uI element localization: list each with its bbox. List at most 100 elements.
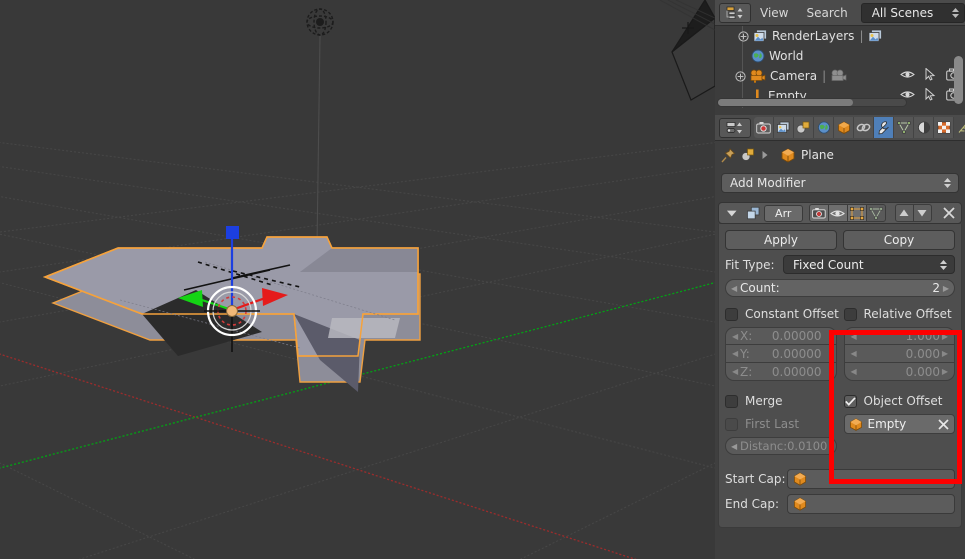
merge-column: Merge First Last ◀ Distanc: 0.0100 [725,391,837,455]
merge-checkbox[interactable] [725,394,738,408]
first-last-toggle[interactable]: First Last [725,414,837,434]
relative-offset-x-field[interactable]: ◀ 1.000 ▶ [843,327,955,345]
modifier-delete-button[interactable] [942,205,957,221]
scene-icon[interactable] [741,148,756,162]
outliner-menu-view[interactable]: View [751,6,797,20]
constant-offset-y-label: Y: [740,346,750,361]
modifier-header[interactable]: Arr [718,202,962,224]
tab-render[interactable] [754,117,774,138]
properties-icon [726,121,742,133]
relative-offset-y-field[interactable]: ◀ 0.000 ▶ [843,345,955,363]
decrement-arrow-icon[interactable]: ◀ [731,284,737,293]
expand-plus-icon[interactable] [738,30,749,42]
modifier-body: Apply Copy Fit Type: Fixed Count ◀ Count… [718,224,962,528]
wrench-icon [878,120,889,134]
outliner-row-camera[interactable]: Camera | [715,66,965,86]
increment-arrow-icon[interactable]: ▶ [943,284,949,293]
modifier-display-toggles[interactable] [808,204,886,222]
relative-offset-z-field[interactable]: ◀ 0.000 ▶ [843,363,955,381]
renderlayers-icon[interactable] [868,29,883,43]
tab-particles[interactable] [954,117,965,138]
merge-distance-field[interactable]: ◀ Distanc: 0.0100 [725,437,837,455]
tab-material[interactable] [914,117,934,138]
outliner-horizontal-scrollbar[interactable] [717,98,907,107]
modifier-name-field[interactable]: Arr [763,204,803,222]
tab-modifiers[interactable] [874,117,894,138]
outliner-editor[interactable]: View Search All Scenes RenderLayers | Wo… [715,0,965,115]
outliner-editor-type-button[interactable] [719,2,751,23]
properties-tabstrip[interactable] [754,117,965,138]
first-last-checkbox[interactable] [725,417,738,431]
count-field[interactable]: ◀ Count: 2 ▶ [725,279,955,297]
modifier-on-cage-toggle[interactable] [865,204,886,222]
object-offset-checkbox[interactable] [843,394,857,408]
chevron-down-icon[interactable] [725,207,739,219]
modifier-edit-mode-toggle[interactable] [846,204,867,222]
chain-link-icon [856,123,871,132]
relative-offset-checkbox[interactable] [843,307,857,321]
properties-editor-type-button[interactable] [719,117,751,138]
outliner-row-toggles[interactable] [900,68,961,81]
scrollbar-thumb[interactable] [718,99,853,106]
constant-offset-y-field[interactable]: ◀ Y: 0.00000 [725,345,837,363]
modifier-move-down-button[interactable] [912,204,932,222]
add-modifier-button[interactable]: Add Modifier [721,173,959,193]
merge-toggle[interactable]: Merge [725,391,837,411]
outliner-menu-search[interactable]: Search [797,6,856,20]
modifier-move-up-button[interactable] [894,204,914,222]
fit-type-dropdown[interactable]: Fixed Count [783,255,955,274]
copy-button[interactable]: Copy [843,230,955,250]
constant-offset-checkbox[interactable] [725,307,738,321]
3d-viewport[interactable] [0,0,715,559]
modifier-render-toggle[interactable] [808,204,829,222]
cursor-arrow-icon[interactable] [925,88,936,101]
outliner-vertical-scrollbar[interactable] [954,56,963,104]
constant-offset-toggle[interactable]: Constant Offset [725,304,839,324]
triangle-down-icon [917,210,927,217]
cursor-arrow-icon[interactable] [925,68,936,81]
tab-scene[interactable] [794,117,814,138]
constant-offset-z-field[interactable]: ◀ Z: 0.00000 [725,363,837,381]
apply-button[interactable]: Apply [725,230,837,250]
pin-icon[interactable] [721,147,736,163]
tab-world[interactable] [814,117,834,138]
x-close-icon[interactable] [937,418,950,431]
triangle-up-icon [899,209,909,216]
blender-window: View Search All Scenes RenderLayers | Wo… [0,0,965,559]
tab-texture[interactable] [934,117,954,138]
object-offset-toggle[interactable]: Object Offset [843,391,956,411]
fit-type-label: Fit Type: [725,257,775,272]
world-icon [751,49,765,63]
expand-plus-icon[interactable] [735,70,746,82]
relative-offset-toggle[interactable]: Relative Offset [843,304,956,324]
breadcrumb: Plane [715,141,965,169]
array-modifier-panel: Arr Apply Copy Fit Type: Fixed Count ◀ C… [718,202,962,528]
end-cap-field[interactable] [787,494,955,514]
apply-copy-row: Apply Copy [725,230,955,250]
outliner-row-renderlayers[interactable]: RenderLayers | [715,26,965,46]
tab-object-data[interactable] [894,117,914,138]
outliner-icon [726,6,743,19]
properties-editor[interactable]: Plane Add Modifier Arr Apply Copy Fit Ty… [715,115,965,559]
modifier-realtime-toggle[interactable] [827,204,848,222]
scene-filter-dropdown[interactable]: All Scenes [860,2,965,23]
properties-header [715,115,965,141]
outliner-label-world: World [769,49,804,63]
tab-constraints[interactable] [854,117,874,138]
outliner-row-world[interactable]: World [715,46,965,66]
tab-render-layers[interactable] [774,117,794,138]
outliner-row-toggles[interactable] [900,88,961,101]
object-offset-object-field[interactable]: Empty [843,414,955,434]
relative-offset-column: Relative Offset ◀ 1.000 ▶ ◀ 0.000 ▶ ◀ 0.… [843,304,956,381]
relative-offset-x-value: 1.000 [905,329,940,343]
camera-data-icon[interactable] [831,69,847,83]
chevron-updown-icon [943,178,952,189]
tab-object[interactable] [834,117,854,138]
eye-icon[interactable] [900,69,915,80]
start-cap-field[interactable] [787,469,955,489]
constant-offset-x-field[interactable]: ◀ X: 0.00000 [725,327,837,345]
outliner-tree[interactable]: RenderLayers | World Camera | Empty [715,26,965,108]
modifier-reorder-buttons[interactable] [894,204,932,222]
array-modifier-icon [746,206,759,219]
count-value: 2 [932,281,940,295]
